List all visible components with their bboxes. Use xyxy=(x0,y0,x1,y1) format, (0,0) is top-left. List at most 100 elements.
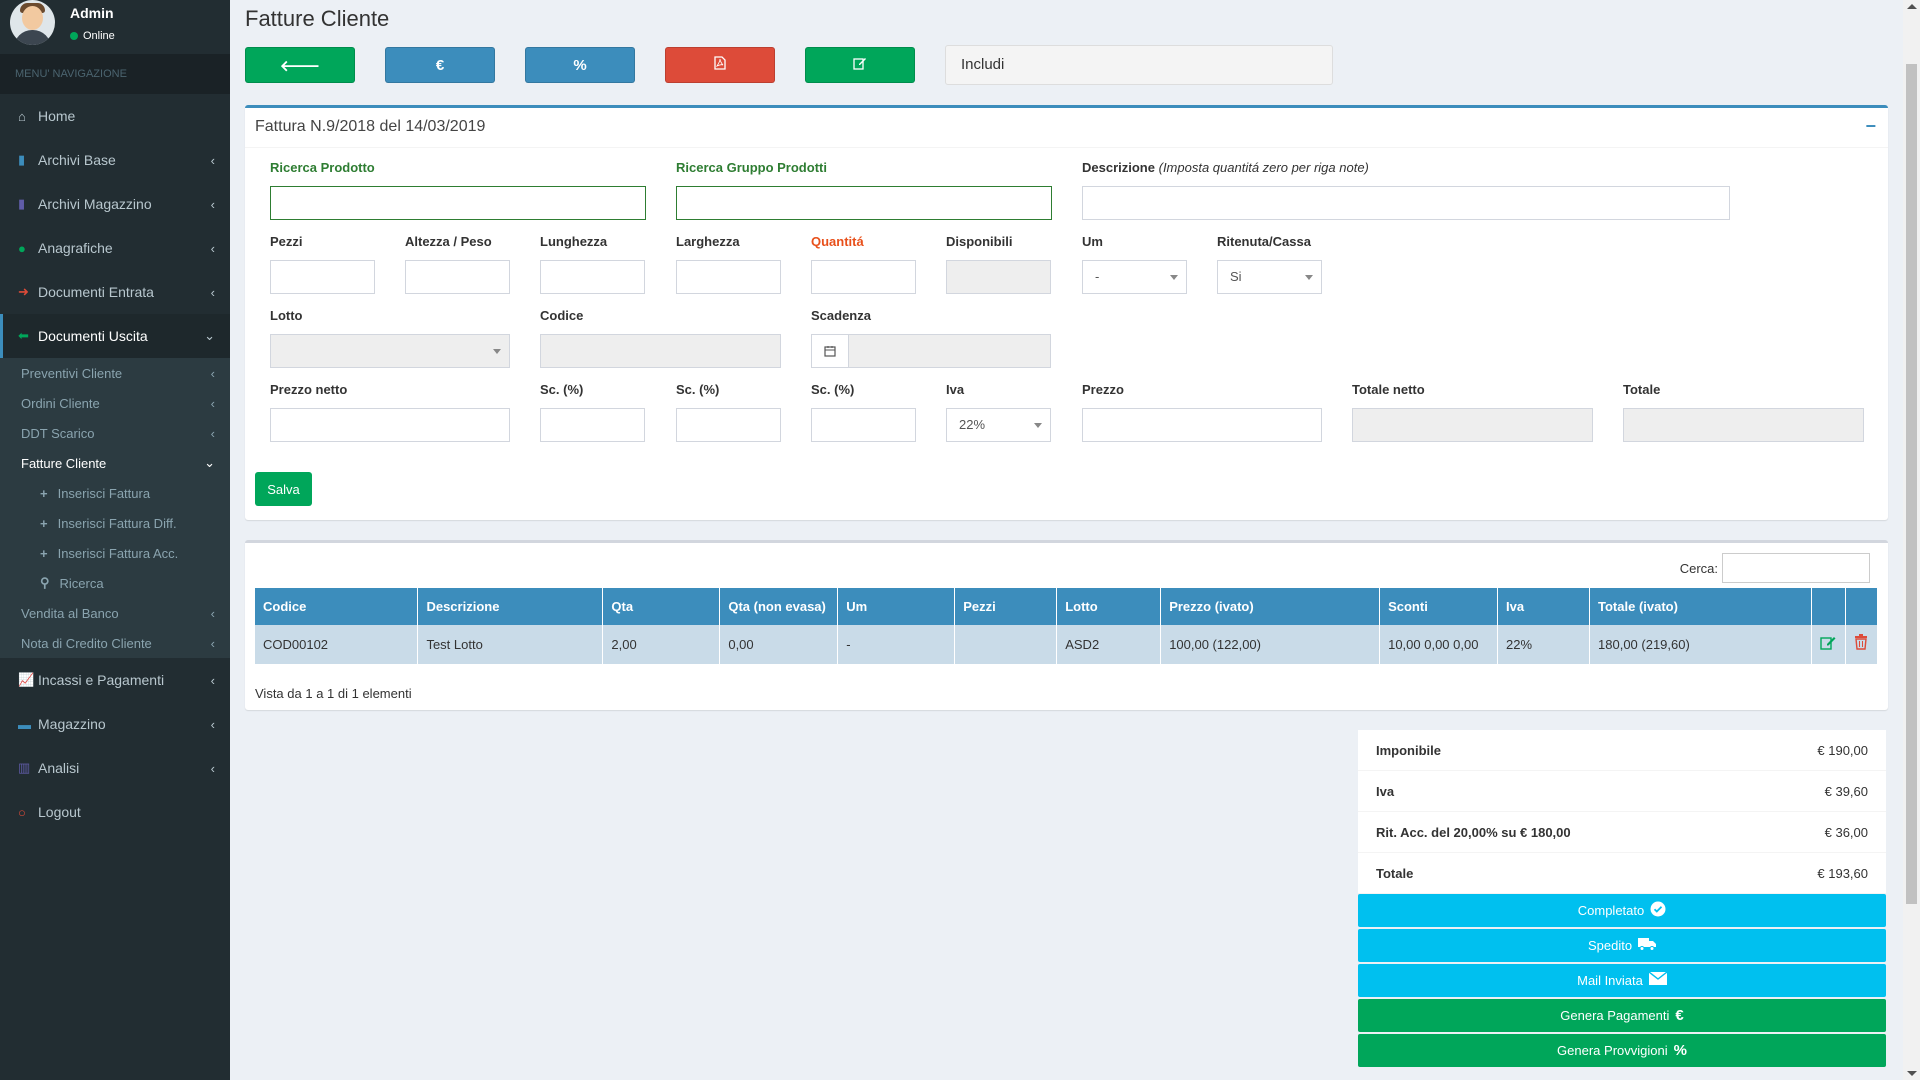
altezza-input[interactable] xyxy=(405,260,510,294)
trash-icon[interactable] xyxy=(1854,634,1868,654)
box-header: Fattura N.9/2018 del 14/03/2019 − xyxy=(245,108,1888,148)
page-scrollbar[interactable] xyxy=(1903,0,1920,1080)
search-input[interactable] xyxy=(1722,553,1870,583)
scadenza-input[interactable] xyxy=(848,334,1051,368)
euro-icon: € xyxy=(435,56,445,74)
col-lotto[interactable]: Lotto xyxy=(1056,588,1162,625)
um-select[interactable]: - xyxy=(1082,260,1187,294)
sidebar-subitem-vendita-banco[interactable]: Vendita al Banco ‹ xyxy=(0,598,230,628)
summary-value: € 36,00 xyxy=(1824,824,1868,840)
iva-select[interactable]: 22% xyxy=(946,408,1051,442)
sidebar: Admin Online MENU' NAVIGAZIONE ⌂ Home ▮ … xyxy=(0,0,230,1080)
edit-icon xyxy=(853,56,867,74)
prezzo-netto-input[interactable] xyxy=(270,408,510,442)
pdf-button[interactable] xyxy=(665,47,775,83)
submenu-documenti-uscita: Preventivi Cliente ‹ Ordini Cliente ‹ DD… xyxy=(0,358,230,658)
prezzo-input[interactable] xyxy=(1082,408,1322,442)
percent-button[interactable]: % xyxy=(525,47,635,83)
sidebar-item-analisi[interactable]: ▥ Analisi ‹ xyxy=(0,746,230,790)
sconto-3-input[interactable] xyxy=(811,408,916,442)
col-codice[interactable]: Codice xyxy=(255,588,419,625)
sidebar-item-archivi-base[interactable]: ▮ Archivi Base ‹ xyxy=(0,138,230,182)
scroll-up-icon[interactable] xyxy=(1907,4,1917,9)
quantita-input[interactable] xyxy=(811,260,916,294)
totale-label: Totale xyxy=(1623,382,1661,397)
col-descrizione[interactable]: Descrizione xyxy=(417,588,604,625)
col-prezzo-ivato[interactable]: Prezzo (ivato) xyxy=(1160,588,1381,625)
sidebar-item-documenti-entrata[interactable]: ➜ Documenti Entrata ‹ xyxy=(0,270,230,314)
sidebar-subitem-nota-credito[interactable]: Nota di Credito Cliente ‹ xyxy=(0,628,230,658)
chevron-left-icon: ‹ xyxy=(210,152,215,168)
back-button[interactable]: 🡐 xyxy=(245,47,355,83)
truck-icon: ▬ xyxy=(18,716,31,732)
totale-netto-label: Totale netto xyxy=(1352,382,1425,397)
table-info: Vista da 1 a 1 di 1 elementi xyxy=(255,686,412,701)
subitem-label: Nota di Credito Cliente xyxy=(21,635,152,651)
sconto-1-input[interactable] xyxy=(540,408,645,442)
sidebar-subsubitem-inserisci-fattura[interactable]: + Inserisci Fattura xyxy=(0,478,230,508)
descrizione-input[interactable] xyxy=(1082,186,1730,220)
sidebar-subitem-ordini[interactable]: Ordini Cliente ‹ xyxy=(0,388,230,418)
archive-icon: ▮ xyxy=(18,196,26,211)
user-icon: ● xyxy=(18,240,26,256)
col-iva[interactable]: Iva xyxy=(1497,588,1591,625)
ritenuta-select[interactable]: Si xyxy=(1217,260,1322,294)
col-um[interactable]: Um xyxy=(837,588,956,625)
completato-button[interactable]: Completato xyxy=(1358,894,1886,927)
summary-value: € 39,60 xyxy=(1824,783,1868,799)
edit-button[interactable] xyxy=(805,47,915,83)
altezza-label: Altezza / Peso xyxy=(405,234,492,249)
euro-button[interactable]: € xyxy=(385,47,495,83)
sconto-2-input[interactable] xyxy=(676,408,781,442)
mail-inviata-button[interactable]: Mail Inviata xyxy=(1358,964,1886,997)
sidebar-subsubitem-inserisci-fattura-diff[interactable]: + Inserisci Fattura Diff. xyxy=(0,508,230,538)
salva-button[interactable]: Salva xyxy=(255,472,312,506)
subsubitem-label: Inserisci Fattura xyxy=(57,485,151,501)
book-icon: ▮ xyxy=(18,152,26,167)
scroll-down-icon[interactable] xyxy=(1907,1071,1917,1076)
cell-iva: 22% xyxy=(1497,625,1591,664)
col-totale-ivato[interactable]: Totale (ivato) xyxy=(1589,588,1812,625)
col-qta-non-evasa[interactable]: Qta (non evasa) xyxy=(719,588,839,625)
genera-pagamenti-button[interactable]: Genera Pagamenti € xyxy=(1358,999,1886,1032)
cell-pezzi xyxy=(954,625,1058,664)
pezzi-input[interactable] xyxy=(270,260,375,294)
cell-qta-non-evasa: 0,00 xyxy=(719,625,839,664)
sidebar-item-documenti-uscita[interactable]: ⬅ Documenti Uscita ⌄ xyxy=(0,314,230,358)
sidebar-item-archivi-magazzino[interactable]: ▮ Archivi Magazzino ‹ xyxy=(0,182,230,226)
spedito-button[interactable]: Spedito xyxy=(1358,929,1886,962)
sidebar-item-incassi[interactable]: 📈 Incassi e Pagamenti ‹ xyxy=(0,658,230,702)
scroll-thumb[interactable] xyxy=(1906,64,1917,904)
chevron-left-icon: ‹ xyxy=(210,240,215,256)
subitem-label: DDT Scarico xyxy=(21,425,95,441)
sidebar-subitem-ddt[interactable]: DDT Scarico ‹ xyxy=(0,418,230,448)
sconto-3-label: Sc. (%) xyxy=(811,382,855,397)
summary-row-ritenuta: Rit. Acc. del 20,00% su € 180,00 € 36,00 xyxy=(1358,812,1886,853)
sidebar-subitem-preventivi[interactable]: Preventivi Cliente ‹ xyxy=(0,358,230,388)
includi-field[interactable]: Includi xyxy=(945,45,1333,85)
sidebar-subitem-fatture[interactable]: Fatture Cliente ⌄ xyxy=(0,448,230,478)
arrow-left-icon: 🡐 xyxy=(279,57,321,75)
subitem-label: Preventivi Cliente xyxy=(21,365,123,381)
invoice-title: Fattura N.9/2018 del 14/03/2019 xyxy=(255,118,486,135)
sidebar-item-home[interactable]: ⌂ Home xyxy=(0,94,230,138)
collapse-icon[interactable]: − xyxy=(1865,116,1876,137)
ricerca-gruppo-input[interactable] xyxy=(676,186,1052,220)
disponibili-input xyxy=(946,260,1051,294)
sidebar-item-anagrafiche[interactable]: ● Anagrafiche ‹ xyxy=(0,226,230,270)
sidebar-item-magazzino[interactable]: ▬ Magazzino ‹ xyxy=(0,702,230,746)
calendar-icon[interactable] xyxy=(811,334,849,368)
col-sconti[interactable]: Sconti xyxy=(1379,588,1499,625)
lunghezza-input[interactable] xyxy=(540,260,645,294)
sidebar-item-logout[interactable]: ○ Logout xyxy=(0,790,230,834)
col-pezzi[interactable]: Pezzi xyxy=(954,588,1058,625)
larghezza-input[interactable] xyxy=(676,260,781,294)
ricerca-prodotto-input[interactable] xyxy=(270,186,646,220)
sidebar-subsubitem-ricerca[interactable]: ⚲ Ricerca xyxy=(0,568,230,598)
col-qta[interactable]: Qta xyxy=(602,588,721,625)
edit-icon[interactable] xyxy=(1820,637,1836,654)
lotto-select[interactable] xyxy=(270,334,510,368)
sidebar-subsubitem-inserisci-fattura-acc[interactable]: + Inserisci Fattura Acc. xyxy=(0,538,230,568)
mail-inviata-label: Mail Inviata xyxy=(1577,973,1643,988)
genera-provvigioni-button[interactable]: Genera Provvigioni % xyxy=(1358,1034,1886,1067)
